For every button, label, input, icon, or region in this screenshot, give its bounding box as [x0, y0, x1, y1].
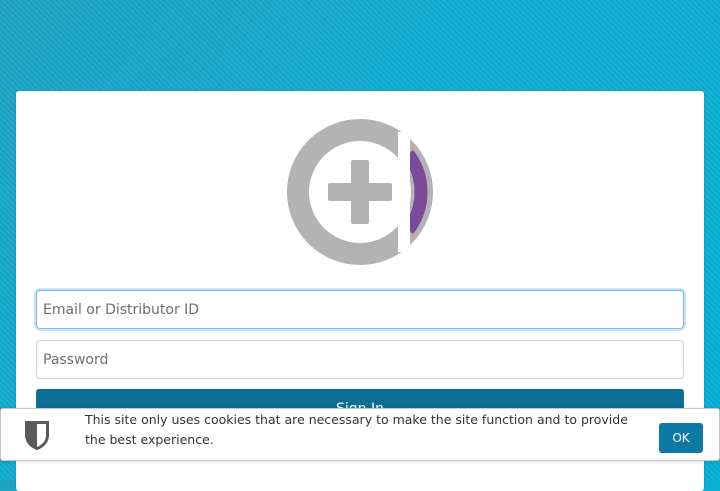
logo [287, 119, 433, 265]
email-field[interactable] [36, 290, 684, 329]
cookie-message: This site only uses cookies that are nec… [85, 412, 628, 447]
password-field[interactable] [36, 340, 684, 379]
cookie-banner: This site only uses cookies that are nec… [0, 408, 720, 461]
cookie-ok-button[interactable]: OK [659, 423, 703, 453]
shield-icon [25, 421, 49, 450]
